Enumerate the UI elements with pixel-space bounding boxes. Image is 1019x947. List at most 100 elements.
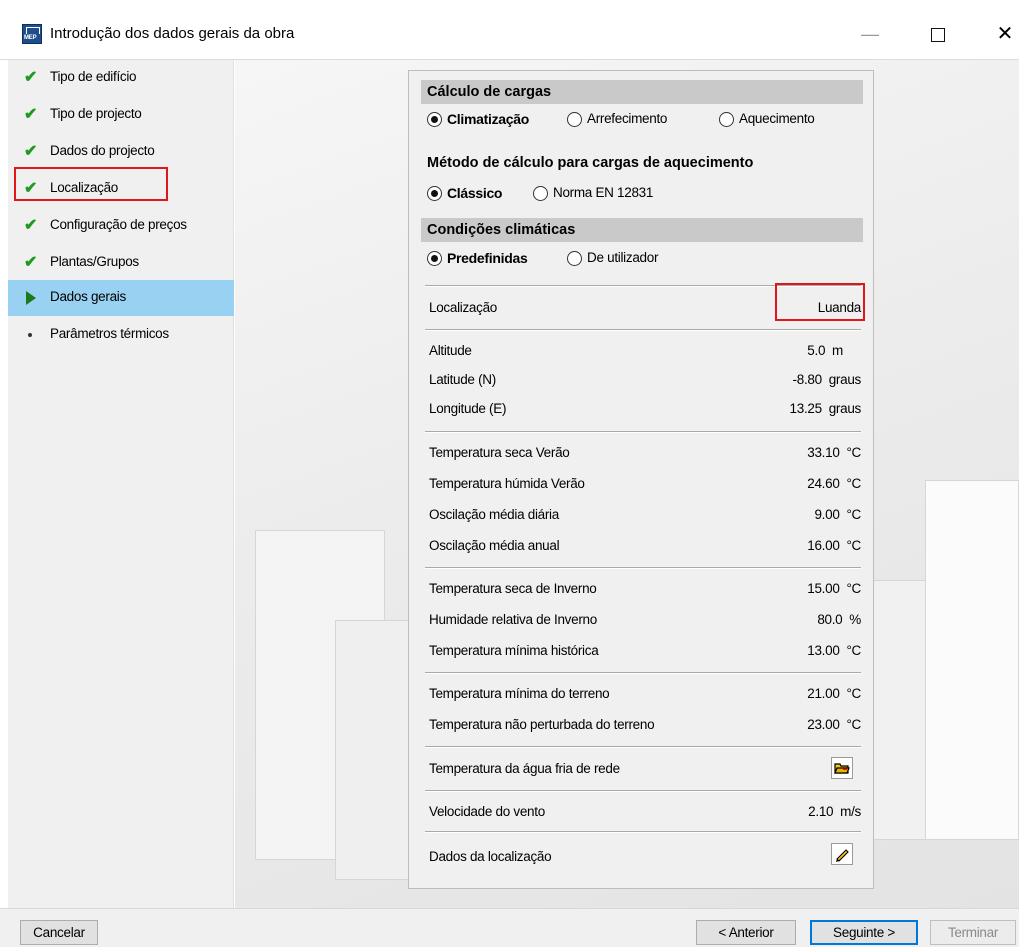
altitude-value: 5.0 m (807, 343, 843, 358)
ground-undisturbed-temp-row: Temperatura não perturbada do terreno 23… (429, 714, 861, 736)
edit-location-data-button[interactable] (831, 843, 853, 865)
winter-dry-temp-label: Temperatura seca de Inverno (429, 581, 597, 596)
highlight-box-localizacao (14, 167, 168, 201)
open-folder-icon (834, 763, 850, 774)
latitude-value: -8.80 graus (792, 372, 862, 387)
winter-dry-temp-row: Temperatura seca de Inverno 15.00 °C (429, 578, 861, 600)
altitude-label: Altitude (429, 343, 472, 358)
summer-dry-temp-label: Temperatura seca Verão (429, 445, 570, 460)
ground-min-temp-value: 21.00 °C (807, 686, 861, 701)
step-configuracao-de-precos[interactable]: ✔ Configuração de preços (8, 208, 234, 244)
step-label: Plantas/Grupos (50, 254, 139, 269)
maximize-icon (931, 28, 945, 43)
app-icon (22, 24, 42, 44)
highlight-box-luanda (775, 283, 865, 321)
radio-selected-icon (427, 112, 442, 127)
daily-oscillation-row: Oscilação média diária 9.00 °C (429, 504, 861, 526)
annual-oscillation-row: Oscilação média anual 16.00 °C (429, 535, 861, 557)
winter-humidity-label: Humidade relativa de Inverno (429, 612, 597, 627)
step-label: Dados do projecto (50, 143, 155, 158)
longitude-label: Longitude (E) (429, 401, 507, 416)
general-data-panel: Cálculo de cargas Climatização Arrefecim… (408, 70, 874, 889)
radio-unselected-icon (567, 112, 582, 127)
daily-oscillation-label: Oscilação média diária (429, 507, 559, 522)
wizard-footer: Cancelar < Anterior Seguinte > Terminar (0, 908, 1019, 947)
ground-undisturbed-temp-value: 23.00 °C (807, 717, 861, 732)
daily-oscillation-value: 9.00 °C (814, 507, 861, 522)
section-load-calc-heading: Cálculo de cargas (421, 80, 863, 104)
divider (425, 790, 861, 792)
winter-humidity-row: Humidade relativa de Inverno 80.0 % (429, 609, 861, 631)
radio-label: Arrefecimento (587, 111, 668, 126)
ground-min-temp-row: Temperatura mínima do terreno 21.00 °C (429, 683, 861, 705)
radio-unselected-icon (719, 112, 734, 127)
step-label: Dados gerais (50, 289, 126, 304)
next-button[interactable]: Seguinte > (810, 920, 918, 945)
step-plantas-grupos[interactable]: ✔ Plantas/Grupos (8, 245, 234, 281)
title-bar: Introdução dos dados gerais da obra — ✕ (0, 0, 1019, 60)
radio-label: Aquecimento (739, 111, 815, 126)
divider (425, 567, 861, 569)
wind-speed-row: Velocidade do vento 2.10 m/s (429, 801, 861, 823)
winter-dry-temp-value: 15.00 °C (807, 581, 861, 596)
location-data-row: Dados da localização (429, 846, 861, 868)
previous-button[interactable]: < Anterior (696, 920, 796, 945)
annual-oscillation-value: 16.00 °C (807, 538, 861, 553)
step-tipo-de-edificio[interactable]: ✔ Tipo de edifício (8, 60, 234, 96)
section-heating-method-heading: Método de cálculo para cargas de aquecim… (427, 155, 754, 171)
cold-water-temp-row: Temperatura da água fria de rede (429, 758, 861, 780)
ground-undisturbed-temp-label: Temperatura não perturbada do terreno (429, 717, 655, 732)
ground-min-temp-label: Temperatura mínima do terreno (429, 686, 610, 701)
latitude-row: Latitude (N) -8.80 graus (429, 369, 861, 391)
summer-dry-temp-value: 33.10 °C (807, 445, 861, 460)
step-dados-do-projecto[interactable]: ✔ Dados do projecto (8, 134, 234, 170)
radio-label: Norma EN 12831 (553, 185, 654, 200)
step-label: Tipo de edifício (50, 69, 137, 84)
radio-unselected-icon (567, 251, 582, 266)
step-label: Tipo de projecto (50, 106, 142, 121)
radio-label: De utilizador (587, 250, 659, 265)
location-data-label: Dados da localização (429, 849, 552, 864)
building-shape (335, 620, 415, 880)
checkmark-icon: ✔ (24, 106, 38, 123)
cold-water-temp-label: Temperatura da água fria de rede (429, 761, 620, 776)
step-label: Configuração de preços (50, 217, 187, 232)
checkmark-icon: ✔ (24, 69, 38, 86)
cold-water-temp-button[interactable] (831, 757, 853, 779)
bullet-icon (28, 333, 32, 337)
wind-speed-value: 2.10 m/s (808, 804, 861, 819)
summer-wet-temp-row: Temperatura húmida Verão 24.60 °C (429, 473, 861, 495)
annual-oscillation-label: Oscilação média anual (429, 538, 560, 553)
cancel-button[interactable]: Cancelar (20, 920, 98, 945)
checkmark-icon: ✔ (24, 254, 38, 271)
wind-speed-label: Velocidade do vento (429, 804, 545, 819)
historic-min-temp-value: 13.00 °C (807, 643, 861, 658)
pencil-icon (836, 849, 849, 862)
window-title: Introdução dos dados gerais da obra (50, 25, 295, 42)
maximize-button[interactable] (918, 18, 958, 50)
radio-selected-icon (427, 251, 442, 266)
longitude-row: Longitude (E) 13.25 graus (429, 398, 861, 420)
finish-button[interactable]: Terminar (930, 920, 1016, 945)
summer-wet-temp-label: Temperatura húmida Verão (429, 476, 585, 491)
section-climate-heading: Condições climáticas (421, 218, 863, 242)
divider (425, 431, 861, 433)
divider (425, 831, 861, 833)
step-dados-gerais[interactable]: Dados gerais (8, 280, 234, 316)
wizard-steps-sidebar: ✔ Tipo de edifício ✔ Tipo de projecto ✔ … (8, 60, 234, 908)
latitude-label: Latitude (N) (429, 372, 496, 387)
location-label: Localização (429, 300, 497, 315)
radio-unselected-icon (533, 186, 548, 201)
radio-label: Climatização (447, 111, 529, 127)
building-shape (925, 480, 1019, 840)
altitude-row: Altitude 5.0 m (429, 340, 861, 362)
minimize-button[interactable]: — (850, 18, 890, 50)
step-tipo-de-projecto[interactable]: ✔ Tipo de projecto (8, 97, 234, 133)
historic-min-temp-row: Temperatura mínima histórica 13.00 °C (429, 640, 861, 662)
step-label: Parâmetros térmicos (50, 326, 169, 341)
close-button[interactable]: ✕ (985, 18, 1019, 50)
summer-wet-temp-value: 24.60 °C (807, 476, 861, 491)
divider (425, 746, 861, 748)
current-step-arrow-icon (26, 291, 36, 305)
step-parametros-termicos[interactable]: Parâmetros térmicos (8, 317, 234, 353)
